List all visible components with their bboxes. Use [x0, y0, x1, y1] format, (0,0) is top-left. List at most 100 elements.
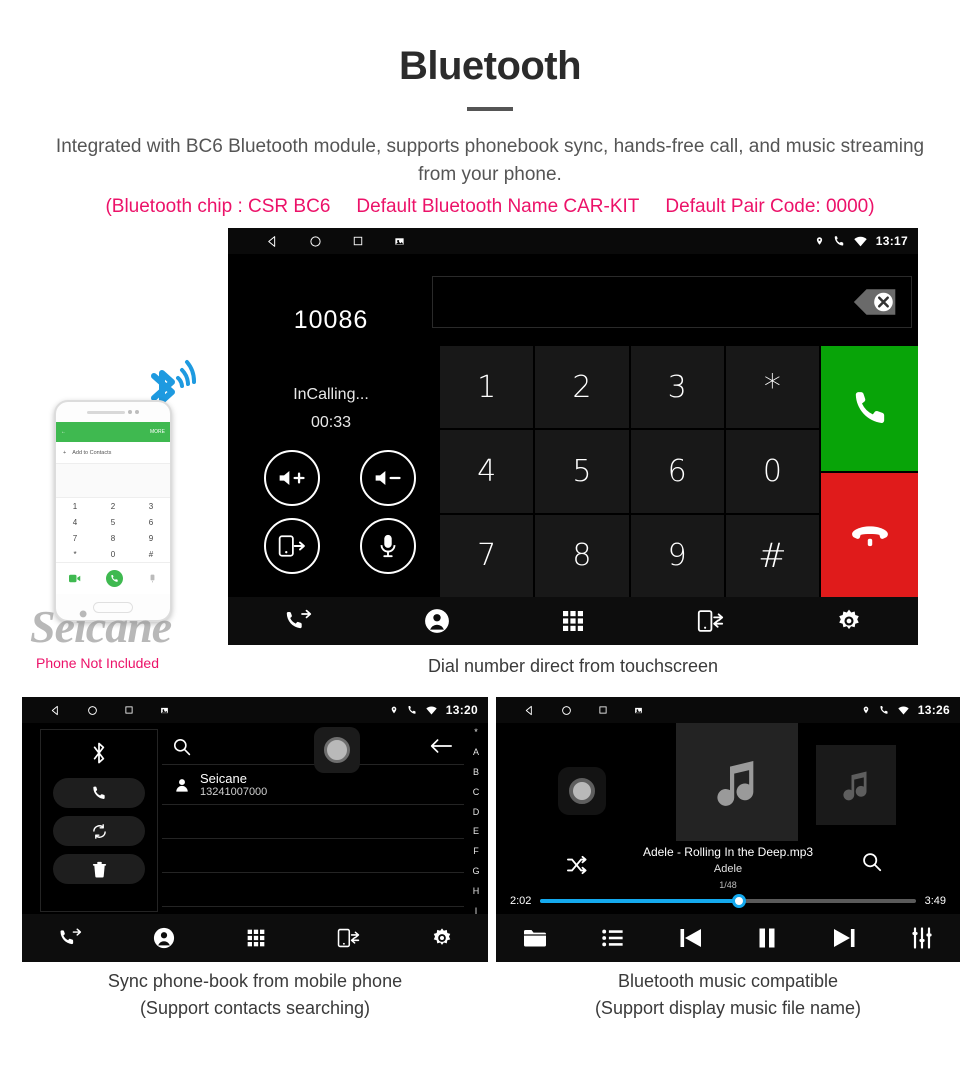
phonebook-delete-button[interactable]: [53, 854, 145, 884]
list-item[interactable]: [162, 805, 464, 839]
alpha-star[interactable]: *: [474, 727, 478, 737]
equalizer-icon[interactable]: [911, 927, 933, 949]
list-item[interactable]: [162, 839, 464, 873]
key-7[interactable]: 7: [440, 514, 534, 597]
alpha-h[interactable]: H: [473, 886, 480, 896]
dialpad-icon[interactable]: [246, 928, 266, 948]
recents-icon[interactable]: [352, 235, 364, 247]
call-icon: [91, 785, 107, 801]
settings-icon[interactable]: [431, 927, 453, 949]
recents-icon[interactable]: [124, 705, 134, 715]
backspace-icon[interactable]: [853, 287, 897, 317]
home-icon[interactable]: [561, 705, 572, 716]
album-cover-next[interactable]: [816, 745, 896, 825]
phone-key-5[interactable]: 5: [94, 514, 132, 530]
hangup-button[interactable]: [821, 472, 918, 597]
caption-music-line1: Bluetooth music compatible: [617, 971, 839, 991]
key-6[interactable]: 6: [630, 430, 724, 513]
contacts-icon[interactable]: [153, 927, 175, 949]
phone-key-9[interactable]: 9: [132, 530, 170, 546]
phone-backspace-icon[interactable]: [148, 574, 157, 583]
phone-sync-icon[interactable]: [697, 608, 724, 634]
phonebook-sync-button[interactable]: [53, 816, 145, 846]
alpha-d[interactable]: D: [473, 807, 480, 817]
phone-key-8[interactable]: 8: [94, 530, 132, 546]
key-0[interactable]: 0: [725, 430, 819, 513]
key-star[interactable]: *: [725, 346, 819, 429]
phone-key-7[interactable]: 7: [56, 530, 94, 546]
alpha-e[interactable]: E: [473, 826, 479, 836]
settings-icon[interactable]: [836, 608, 862, 634]
home-icon[interactable]: [87, 705, 98, 716]
search-icon[interactable]: [172, 737, 191, 756]
rotary-knob-overlay[interactable]: [314, 727, 360, 773]
phone-key-star[interactable]: *: [56, 546, 94, 562]
album-cover-current[interactable]: [676, 723, 798, 841]
progress-thumb[interactable]: [732, 894, 747, 908]
phonebook-call-button[interactable]: [53, 778, 145, 808]
phone-sync-icon[interactable]: [337, 927, 360, 949]
key-9[interactable]: 9: [630, 514, 724, 597]
phone-key-2[interactable]: 2: [94, 498, 132, 514]
list-item[interactable]: [162, 873, 464, 907]
call-button[interactable]: [821, 346, 918, 471]
back-icon[interactable]: [524, 705, 535, 716]
video-call-icon[interactable]: [68, 574, 81, 583]
back-icon[interactable]: [266, 235, 279, 248]
volume-up-icon: [277, 466, 307, 490]
call-history-icon[interactable]: [58, 927, 82, 949]
bluetooth-icon[interactable]: [88, 740, 110, 766]
phone-key-4[interactable]: 4: [56, 514, 94, 530]
key-5[interactable]: 5: [535, 430, 629, 513]
screenshot-icon[interactable]: [634, 706, 643, 715]
progress-slider[interactable]: [540, 894, 916, 908]
phone-back-icon[interactable]: ←: [61, 429, 66, 435]
dialpad-icon[interactable]: [561, 609, 585, 633]
phone-home-button[interactable]: [93, 601, 133, 613]
call-history-icon[interactable]: [284, 608, 312, 634]
phone-key-0[interactable]: 0: [94, 546, 132, 562]
screenshot-icon[interactable]: [394, 236, 405, 247]
key-3[interactable]: 3: [630, 346, 724, 429]
status-time: 13:17: [875, 234, 908, 248]
home-icon[interactable]: [309, 235, 322, 248]
folder-icon[interactable]: [523, 928, 547, 948]
phonebook-body: Seicane 13241007000 * A B C D E F G H I: [22, 723, 488, 918]
rotary-knob-overlay[interactable]: [558, 767, 606, 815]
phone-key-6[interactable]: 6: [132, 514, 170, 530]
dial-input-field[interactable]: [432, 276, 912, 328]
contacts-icon[interactable]: [424, 608, 450, 634]
alpha-a[interactable]: A: [473, 747, 479, 757]
pause-icon[interactable]: [757, 927, 777, 949]
back-icon[interactable]: [50, 705, 61, 716]
volume-up-button[interactable]: [264, 450, 320, 506]
previous-icon[interactable]: [679, 927, 703, 949]
transfer-to-phone-button[interactable]: [264, 518, 320, 574]
mute-microphone-button[interactable]: [360, 518, 416, 574]
phonebook-search-row[interactable]: [162, 727, 464, 773]
next-icon[interactable]: [832, 927, 856, 949]
list-item[interactable]: Seicane 13241007000: [162, 765, 464, 805]
key-1[interactable]: 1: [440, 346, 534, 429]
phone-call-button[interactable]: [105, 570, 123, 587]
key-hash[interactable]: #: [725, 514, 819, 597]
key-2[interactable]: 2: [535, 346, 629, 429]
alpha-c[interactable]: C: [473, 787, 480, 797]
phone-key-hash[interactable]: #: [132, 546, 170, 562]
back-arrow-icon[interactable]: [430, 737, 452, 755]
phone-number-field[interactable]: [56, 464, 170, 498]
phone-more-label[interactable]: MORE: [150, 429, 165, 435]
alphabet-index[interactable]: * A B C D E F G H I: [464, 723, 488, 918]
alpha-f[interactable]: F: [473, 846, 479, 856]
key-8[interactable]: 8: [535, 514, 629, 597]
alpha-b[interactable]: B: [473, 767, 479, 777]
volume-down-button[interactable]: [360, 450, 416, 506]
key-4[interactable]: 4: [440, 430, 534, 513]
phone-add-to-contacts-row[interactable]: + Add to Contacts: [56, 442, 170, 464]
screenshot-icon[interactable]: [160, 706, 169, 715]
recents-icon[interactable]: [598, 705, 608, 715]
playlist-icon[interactable]: [602, 928, 624, 948]
phone-key-3[interactable]: 3: [132, 498, 170, 514]
phone-key-1[interactable]: 1: [56, 498, 94, 514]
alpha-g[interactable]: G: [472, 866, 479, 876]
